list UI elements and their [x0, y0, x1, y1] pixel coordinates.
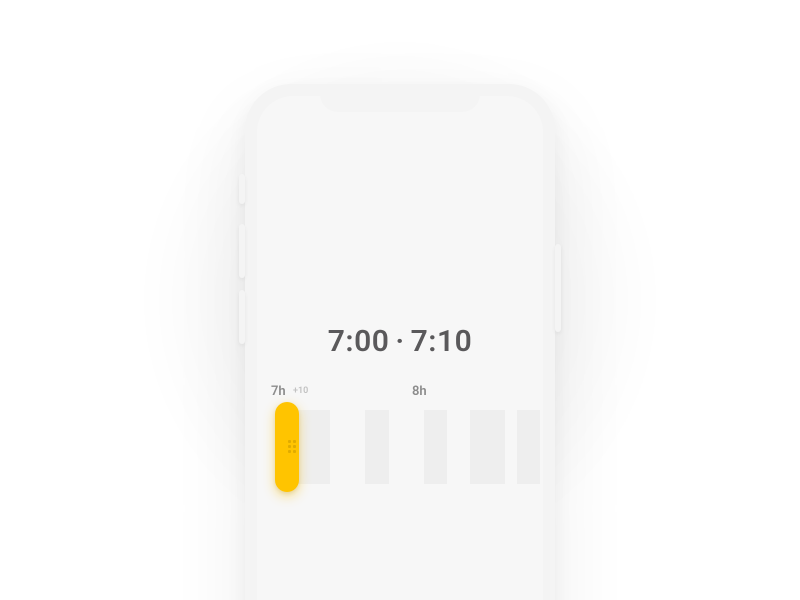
increment-label: +10	[293, 386, 308, 396]
busy-slot	[319, 410, 331, 484]
hour-label-7: 7h	[271, 384, 286, 399]
time-range-display: 7:00·7:10	[257, 324, 543, 359]
phone-frame: 7:00·7:10 7h +10 8h	[245, 84, 555, 600]
busy-slot	[517, 410, 540, 484]
separator-dot-icon: ·	[389, 324, 410, 359]
start-time: 7:00	[328, 324, 390, 359]
volume-up-button[interactable]	[239, 224, 245, 278]
timeline-labels: 7h +10 8h	[257, 384, 543, 410]
time-slider-handle[interactable]	[275, 402, 299, 492]
busy-slot	[365, 410, 388, 484]
hour-label-8: 8h	[412, 384, 427, 399]
timeline-track[interactable]	[257, 410, 543, 484]
end-time: 7:10	[411, 324, 473, 359]
timeline: 7h +10 8h	[257, 384, 543, 504]
phone-screen: 7:00·7:10 7h +10 8h	[257, 96, 543, 600]
busy-slot	[470, 410, 505, 484]
canvas: 7:00·7:10 7h +10 8h	[0, 0, 800, 600]
drag-grip-icon	[288, 440, 296, 454]
power-button[interactable]	[555, 244, 561, 332]
mute-switch-icon	[239, 174, 245, 204]
volume-down-button[interactable]	[239, 290, 245, 344]
busy-slot	[424, 410, 447, 484]
